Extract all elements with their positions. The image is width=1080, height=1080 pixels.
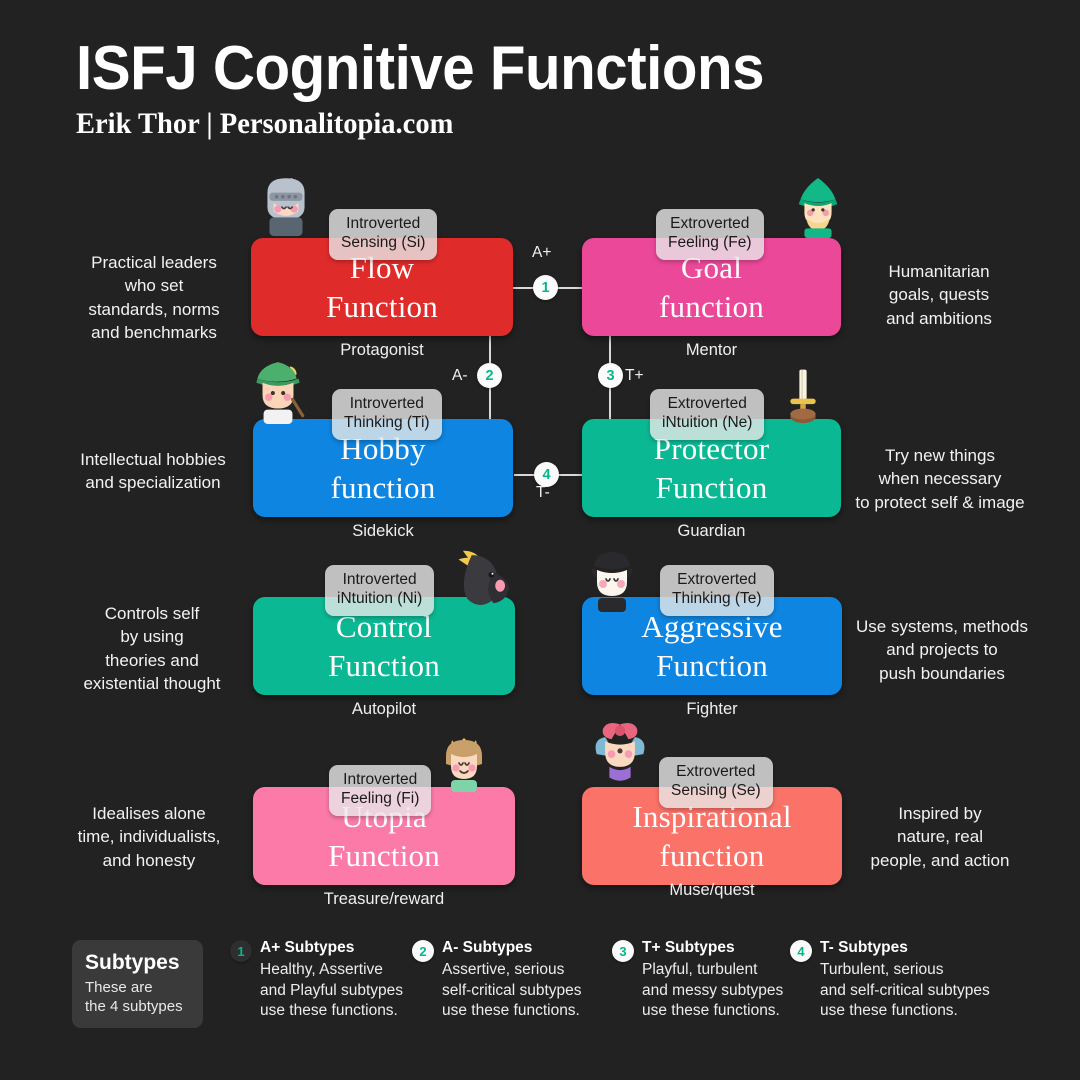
- role-label-aggressive: Fighter: [686, 700, 738, 718]
- legend-subtypes-box: Subtypes These are the 4 subtypes: [72, 940, 203, 1028]
- legend-title-3: T+ Subtypes: [642, 939, 735, 956]
- role-label-flow: Protagonist: [340, 341, 424, 359]
- function-badge-utopia: Introverted Feeling (Fi): [329, 765, 432, 816]
- legend-box-subtitle: These are the 4 subtypes: [85, 979, 183, 1016]
- legend-box-title: Subtypes: [85, 951, 180, 974]
- card-title-protector: Protector Function: [653, 430, 770, 505]
- legend-body-4: Turbulent, serious and self-critical sub…: [820, 961, 990, 1020]
- connector-badge-1[interactable]: 1: [533, 275, 558, 300]
- description-flow: Practical leaders who set standards, nor…: [88, 253, 220, 343]
- connector-tag-1: A+: [532, 244, 552, 261]
- legend-body-1: Healthy, Assertive and Playful subtypes …: [260, 961, 404, 1020]
- wizard-avatar: [787, 176, 849, 238]
- role-label-goal: Mentor: [685, 341, 738, 359]
- description-inspirational: Inspired by nature, real people, and act…: [870, 804, 1010, 870]
- role-label-inspirational: Muse/quest: [669, 881, 755, 899]
- connector-tag-3: T+: [625, 367, 644, 384]
- function-badge-protector: Extroverted iNtuition (Ne): [650, 389, 765, 440]
- card-title-control: Control Function: [328, 608, 440, 683]
- role-label-utopia: Treasure/reward: [323, 890, 445, 908]
- legend-item-4[interactable]: 4 T- Subtypes Turbulent, serious and sel…: [790, 938, 1010, 1022]
- legend-title-2: A- Subtypes: [442, 939, 533, 956]
- function-badge-hobby: Introverted Thinking (Ti): [332, 389, 442, 440]
- description-hobby: Intellectual hobbies and specialization: [80, 450, 226, 493]
- princess-avatar: [432, 728, 496, 792]
- description-utopia: Idealises alone time, individualists, an…: [77, 804, 221, 870]
- legend-item-2[interactable]: 2 A- Subtypes Assertive, serious self-cr…: [412, 938, 602, 1022]
- connector-badge-3[interactable]: 3: [598, 363, 623, 388]
- description-control: Controls self by using theories and exis…: [83, 604, 221, 694]
- role-label-control: Autopilot: [351, 700, 417, 718]
- card-title-inspirational: Inspirational function: [632, 798, 792, 873]
- function-badge-control: Introverted iNtuition (Ni): [325, 565, 435, 616]
- legend-body-3: Playful, turbulent and messy subtypes us…: [642, 961, 784, 1020]
- function-badge-aggressive: Extroverted Thinking (Te): [660, 565, 774, 616]
- function-badge-goal: Extroverted Feeling (Fe): [656, 209, 764, 260]
- card-title-line2: Function: [326, 289, 438, 324]
- legend: Subtypes These are the 4 subtypes 1 A+ S…: [72, 938, 1032, 1048]
- knight-avatar: [253, 172, 319, 238]
- description-goal: Humanitarian goals, quests and ambitions: [886, 262, 992, 328]
- card-title-aggressive: Aggressive Function: [641, 608, 783, 683]
- role-label-protector: Guardian: [677, 522, 746, 540]
- sword-avatar: [774, 366, 832, 424]
- legend-badge-2: 2: [412, 940, 434, 962]
- connector-badge-2[interactable]: 2: [477, 363, 502, 388]
- connector-tag-2: A-: [452, 367, 468, 384]
- legend-title-4: T- Subtypes: [820, 939, 908, 956]
- description-protector: Try new things when necessary to protect…: [855, 446, 1025, 512]
- card-title-hobby: Hobby function: [330, 430, 436, 505]
- function-badge-line2: Sensing (Si): [341, 233, 426, 251]
- connector-tag-4: T-: [536, 484, 550, 501]
- fairy-avatar: [586, 718, 654, 786]
- function-badge-line1: Introverted: [346, 215, 421, 232]
- function-badge-flow: Introverted Sensing (Si): [329, 209, 438, 260]
- legend-badge-4: 4: [790, 940, 812, 962]
- legend-body-2: Assertive, serious self-critical subtype…: [442, 961, 582, 1020]
- function-badge-inspirational: Extroverted Sensing (Se): [659, 757, 773, 808]
- functions-grid: 1 A+ 2 A- 3 T+ 4 T- Introverted Sensing …: [0, 0, 1080, 1080]
- legend-badge-3: 3: [612, 940, 634, 962]
- description-aggressive: Use systems, methods and projects to pus…: [856, 617, 1028, 683]
- role-label-hobby: Sidekick: [352, 522, 414, 540]
- archer-avatar: [245, 358, 311, 424]
- legend-title-1: A+ Subtypes: [260, 939, 355, 956]
- legend-item-1[interactable]: 1 A+ Subtypes Healthy, Assertive and Pla…: [230, 938, 412, 1022]
- legend-item-3[interactable]: 3 T+ Subtypes Playful, turbulent and mes…: [612, 938, 802, 1022]
- legend-badge-1: 1: [230, 940, 252, 962]
